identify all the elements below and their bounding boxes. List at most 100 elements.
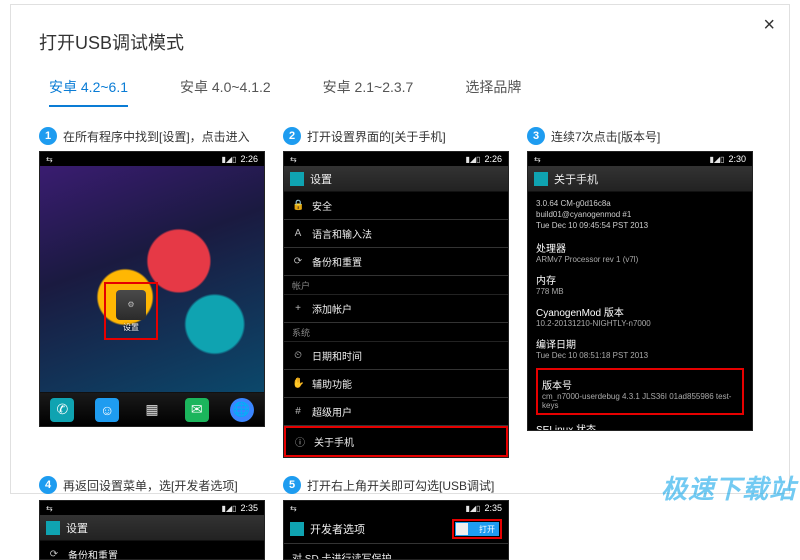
settings-ab-icon xyxy=(290,172,304,186)
row-label: 安全 xyxy=(312,198,332,213)
apps-icon: ▦ xyxy=(140,398,164,422)
dev-options-icon xyxy=(290,522,304,536)
build-sub: cm_n7000-userdebug 4.3.1 JLS36I 01ad8559… xyxy=(542,392,738,410)
battery-icon: ▮◢▯ xyxy=(466,155,481,164)
cpu-sub: ARMv7 Processor rev 1 (v7l) xyxy=(536,255,744,264)
browser-icon: 🌐 xyxy=(230,398,254,422)
list-item: 🔒 安全 xyxy=(284,192,508,220)
step-2: 2 打开设置界面的[关于手机] ⇆ ▮◢▯2:26 设置 🔒 安全 A 语言和输入法… xyxy=(283,127,509,458)
list-item: ⟳ 备份和重置 xyxy=(284,248,508,276)
status-time: 2:30 xyxy=(728,154,746,164)
step-text: 连续7次点击[版本号] xyxy=(551,128,660,145)
settings-app-label: 设置 xyxy=(123,322,139,333)
list-item: ⏲ 日期和时间 xyxy=(284,342,508,370)
kernel-line: build01@cyanogenmod #1 xyxy=(536,209,744,220)
mem-title: 内存 xyxy=(536,272,744,287)
selinux-title: SELinux 状态 xyxy=(536,421,744,431)
steps-grid: 1 在所有程序中找到[设置]，点击进入 ⇆ ▮◢▯2:26 ⚙ 设置 ✆ ☺ xyxy=(39,127,761,560)
battery-icon: ▮◢▯ xyxy=(222,504,237,513)
phone-icon: ✆ xyxy=(50,398,74,422)
section-accounts: 帐户 xyxy=(284,276,508,295)
mem-sub: 778 MB xyxy=(536,287,744,296)
dev-toggle: 打开 xyxy=(455,522,499,536)
status-time: 2:35 xyxy=(484,503,502,513)
battery-icon: ▮◢▯ xyxy=(710,155,725,164)
list-item: ⟳备份和重置 xyxy=(40,541,264,560)
tab-android-40-412[interactable]: 安卓 4.0~4.1.2 xyxy=(180,77,271,107)
cpu-title: 处理器 xyxy=(536,240,744,255)
step-badge: 2 xyxy=(283,127,301,145)
step-badge: 1 xyxy=(39,127,57,145)
actionbar-title: 开发者选项 xyxy=(310,521,365,537)
tab-android-21-237[interactable]: 安卓 2.1~2.3.7 xyxy=(323,77,414,107)
backup-icon: ⟳ xyxy=(292,256,304,267)
step-text: 打开右上角开关即可勾选[USB调试] xyxy=(307,477,494,494)
kernel-line: 3.0.64 CM-g0d16c8a xyxy=(536,198,744,209)
settings-ab-icon xyxy=(46,521,60,535)
messaging-icon: ✉ xyxy=(185,398,209,422)
android-version-tabs: 安卓 4.2~6.1 安卓 4.0~4.1.2 安卓 2.1~2.3.7 选择品… xyxy=(39,77,761,107)
usb-debug-modal: × 打开USB调试模式 安卓 4.2~6.1 安卓 4.0~4.1.2 安卓 2… xyxy=(10,4,790,494)
plus-icon: + xyxy=(292,303,304,314)
clock-icon: ⏲ xyxy=(292,350,304,361)
list-item: # 超级用户 xyxy=(284,398,508,426)
step-text: 再返回设置菜单，选[开发者选项] xyxy=(63,477,238,494)
battery-icon: ▮◢▯ xyxy=(466,504,481,513)
builddate-sub: Tue Dec 10 08:51:18 PST 2013 xyxy=(536,351,744,360)
info-icon: ⓘ xyxy=(294,434,306,449)
signal-icon: ⇆ xyxy=(46,504,53,513)
builddate-title: 编译日期 xyxy=(536,336,744,351)
close-icon[interactable]: × xyxy=(763,15,775,35)
row-label: 超级用户 xyxy=(312,404,352,419)
row-label: 语言和输入法 xyxy=(312,226,372,241)
language-icon: A xyxy=(292,228,304,239)
phone-screenshot-1: ⇆ ▮◢▯2:26 ⚙ 设置 ✆ ☺ ▦ ✉ 🌐 xyxy=(39,151,265,427)
step-5: 5 打开右上角开关即可勾选[USB调试] ⇆ ▮◢▯2:35 开发者选项 打开 xyxy=(283,476,509,560)
list-item: 对 SD 卡进行读写保护 xyxy=(284,544,508,560)
superuser-icon: # xyxy=(292,406,304,417)
row-label: 对 SD 卡进行读写保护 xyxy=(292,550,391,560)
step-badge: 5 xyxy=(283,476,301,494)
phone-screenshot-5: ⇆ ▮◢▯2:35 开发者选项 打开 对 SD 卡进行读写保护 xyxy=(283,500,509,560)
signal-icon: ⇆ xyxy=(290,155,297,164)
about-phone-highlight: ⓘ关于手机 xyxy=(284,426,508,457)
row-label: 备份和重置 xyxy=(312,254,362,269)
phone-screenshot-3: ⇆ ▮◢▯2:30 关于手机 3.0.64 CM-g0d16c8a build0… xyxy=(527,151,753,431)
step-badge: 4 xyxy=(39,476,57,494)
android-navbar: ✆ ☺ ▦ ✉ 🌐 xyxy=(40,392,264,426)
build-title: 版本号 xyxy=(542,377,738,392)
about-ab-icon xyxy=(534,172,548,186)
row-label: 添加帐户 xyxy=(312,301,352,316)
row-label: 日期和时间 xyxy=(312,348,362,363)
cm-sub: 10.2-20131210-NIGHTLY-n7000 xyxy=(536,319,744,328)
list-item: + 添加帐户 xyxy=(284,295,508,323)
tab-android-42-61[interactable]: 安卓 4.2~6.1 xyxy=(49,77,128,107)
step-badge: 3 xyxy=(527,127,545,145)
battery-icon: ▮◢▯ xyxy=(222,155,237,164)
dev-toggle-highlight: 打开 xyxy=(452,519,502,539)
modal-title: 打开USB调试模式 xyxy=(39,29,761,55)
contacts-icon: ☺ xyxy=(95,398,119,422)
settings-icon: ⚙ xyxy=(116,290,146,320)
phone-screenshot-4: ⇆ ▮◢▯2:35 设置 ⟳备份和重置 xyxy=(39,500,265,560)
row-label: 辅助功能 xyxy=(312,376,352,391)
actionbar-title: 设置 xyxy=(66,520,88,536)
lock-icon: 🔒 xyxy=(292,200,304,211)
signal-icon: ⇆ xyxy=(534,155,541,164)
step-4: 4 再返回设置菜单，选[开发者选项] ⇆ ▮◢▯2:35 设置 ⟳备份和重置 xyxy=(39,476,265,560)
signal-icon: ⇆ xyxy=(290,504,297,513)
kernel-line: Tue Dec 10 09:45:54 PST 2013 xyxy=(536,220,744,231)
step-1: 1 在所有程序中找到[设置]，点击进入 ⇆ ▮◢▯2:26 ⚙ 设置 ✆ ☺ xyxy=(39,127,265,458)
phone-screenshot-2: ⇆ ▮◢▯2:26 设置 🔒 安全 A 语言和输入法 ⟳ 备份和重置 帐户 + 添加帐户… xyxy=(283,151,509,458)
status-time: 2:26 xyxy=(484,154,502,164)
settings-app-highlight: ⚙ 设置 xyxy=(104,282,158,340)
status-time: 2:35 xyxy=(240,503,258,513)
signal-icon: ⇆ xyxy=(46,155,53,164)
actionbar-title: 关于手机 xyxy=(554,171,598,187)
step-text: 打开设置界面的[关于手机] xyxy=(307,128,446,145)
accessibility-icon: ✋ xyxy=(292,378,304,389)
actionbar-title: 设置 xyxy=(310,171,332,187)
list-item: A 语言和输入法 xyxy=(284,220,508,248)
backup-icon: ⟳ xyxy=(48,549,60,560)
tab-select-brand[interactable]: 选择品牌 xyxy=(465,77,521,107)
